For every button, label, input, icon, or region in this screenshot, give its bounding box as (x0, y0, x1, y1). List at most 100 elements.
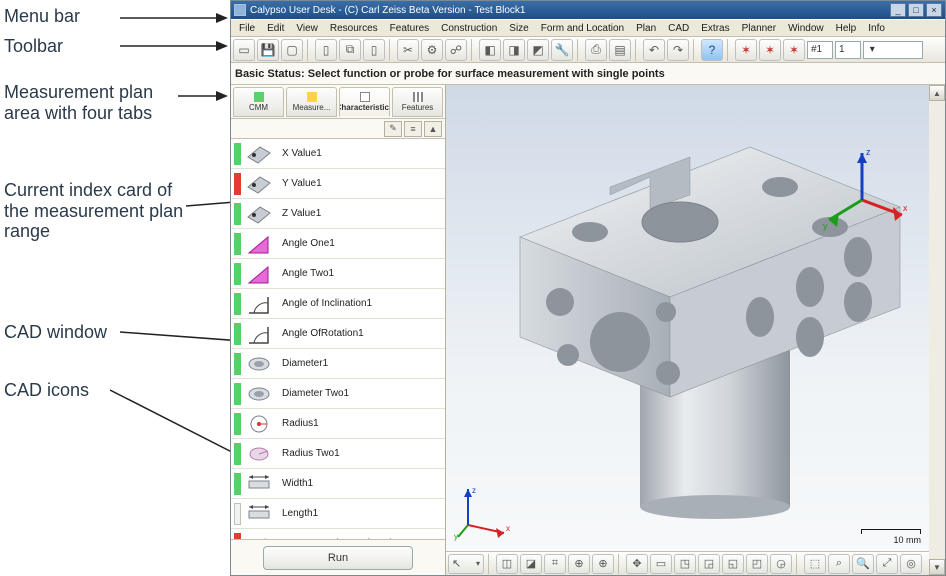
tool-mark1-icon[interactable]: ✶ (735, 39, 757, 61)
tab-measure[interactable]: Measure... (286, 87, 337, 117)
plan-item[interactable]: Diameter1 (231, 349, 445, 379)
cad-view5-icon[interactable]: ◰ (746, 554, 768, 574)
status-prompt: Basic Status: Select function or probe f… (231, 63, 945, 85)
plan-item[interactable]: Feature Angle_Angle point1 (231, 529, 445, 539)
plan-item[interactable]: Length1 (231, 499, 445, 529)
tool-combo[interactable]: ▾ (863, 41, 923, 59)
cad-view[interactable]: x y z x y z 10 mm (446, 85, 929, 551)
close-button[interactable]: × (926, 3, 942, 17)
tool-number-b[interactable]: 1 (835, 41, 861, 59)
cad-view1-icon[interactable]: ▭ (650, 554, 672, 574)
cad-wire-icon[interactable]: ⌗ (544, 554, 566, 574)
menu-cad[interactable]: CAD (662, 21, 695, 36)
menu-size[interactable]: Size (503, 21, 534, 36)
tool-edit-icon[interactable]: ✂ (397, 39, 419, 61)
cad-pan-icon[interactable]: ✥ (626, 554, 648, 574)
cad-fit-icon[interactable]: ⤢ (876, 554, 898, 574)
run-button[interactable]: Run (263, 546, 413, 570)
plan-item[interactable]: Angle One1 (231, 229, 445, 259)
cad-select-mode[interactable]: ↖ (448, 554, 484, 574)
plan-item[interactable]: Z Value1 (231, 199, 445, 229)
menu-view[interactable]: View (290, 21, 324, 36)
radius2-icon (244, 442, 274, 466)
cad-view3-icon[interactable]: ◲ (698, 554, 720, 574)
tool-copy-icon[interactable]: ⧉ (339, 39, 361, 61)
tool-probe3-icon[interactable]: ◩ (527, 39, 549, 61)
plan-item[interactable]: Y Value1 (231, 169, 445, 199)
menu-file[interactable]: File (233, 21, 261, 36)
cad-view2-icon[interactable]: ◳ (674, 554, 696, 574)
tool-number-a[interactable]: #1 (807, 41, 833, 59)
plan-item[interactable]: Radius Two1 (231, 439, 445, 469)
scale-bar: 10 mm (861, 529, 921, 545)
minimize-button[interactable]: _ (890, 3, 906, 17)
menu-construction[interactable]: Construction (435, 21, 503, 36)
scroll-track[interactable] (929, 101, 945, 559)
scroll-up-icon[interactable]: ▲ (929, 85, 945, 101)
tool-mark3-icon[interactable]: ✶ (783, 39, 805, 61)
tab-cmm[interactable]: CMM (233, 87, 284, 117)
plan-item[interactable]: Width1 (231, 469, 445, 499)
plan-edit-button[interactable]: ✎ (384, 121, 402, 137)
svg-text:x: x (506, 524, 510, 533)
menu-planner[interactable]: Planner (736, 21, 782, 36)
cad-persp-icon[interactable]: ◶ (770, 554, 792, 574)
cad-target-icon[interactable]: ◎ (900, 554, 922, 574)
tool-back-icon[interactable]: ↶ (643, 39, 665, 61)
menu-features[interactable]: Features (384, 21, 435, 36)
plan-filter-button[interactable]: ≡ (404, 121, 422, 137)
tab-features[interactable]: Features (392, 87, 443, 117)
cad-zoom-icon[interactable]: ⌕ (828, 554, 850, 574)
tool-doc2-icon[interactable]: ▯ (363, 39, 385, 61)
plan-item[interactable]: Angle of Inclination1 (231, 289, 445, 319)
cad-iso1-icon[interactable]: ◫ (496, 554, 518, 574)
cad-globe-icon[interactable]: ⊕ (592, 554, 614, 574)
tool-probe1-icon[interactable]: ◧ (479, 39, 501, 61)
plan-item[interactable]: Angle Two1 (231, 259, 445, 289)
plan-item[interactable]: Radius1 (231, 409, 445, 439)
cad-shade-icon[interactable]: ⊕ (568, 554, 590, 574)
plan-item[interactable]: Angle OfRotation1 (231, 319, 445, 349)
cad-iso2-icon[interactable]: ◪ (520, 554, 542, 574)
tool-gear-icon[interactable]: ⚙ (421, 39, 443, 61)
cad-zoomin-icon[interactable]: 🔍 (852, 554, 874, 574)
run-bar: Run (231, 539, 445, 575)
tab-characteristics[interactable]: Characteristics (339, 87, 390, 117)
plan-item[interactable]: X Value1 (231, 139, 445, 169)
tool-link-icon[interactable]: ☍ (445, 39, 467, 61)
cad-toolbar: ↖ ◫ ◪ ⌗ ⊕ ⊕ ✥ ▭ ◳ ◲ ◱ ◰ ◶ ⬚ ⌕ 🔍 ⤢ ◎ (446, 551, 929, 575)
menu-resources[interactable]: Resources (324, 21, 384, 36)
tool-print-icon[interactable]: ⎙ (585, 39, 607, 61)
status-indicator (234, 293, 241, 315)
tool-mark2-icon[interactable]: ✶ (759, 39, 781, 61)
menu-window[interactable]: Window (782, 21, 830, 36)
plan-item[interactable]: Diameter Two1 (231, 379, 445, 409)
status-indicator (234, 383, 241, 405)
menubar: File Edit View Resources Features Constr… (231, 19, 945, 37)
dim-x-icon (244, 142, 274, 166)
tool-help-icon[interactable]: ? (701, 39, 723, 61)
maximize-button[interactable]: □ (908, 3, 924, 17)
scroll-down-icon[interactable]: ▼ (929, 559, 945, 575)
tool-fwd-icon[interactable]: ↷ (667, 39, 689, 61)
tool-open-icon[interactable]: ▭ (233, 39, 255, 61)
plan-list[interactable]: X Value1Y Value1Z Value1Angle One1Angle … (231, 139, 445, 539)
tool-save-icon[interactable]: 💾 (257, 39, 279, 61)
cad-view4-icon[interactable]: ◱ (722, 554, 744, 574)
tool-doc-icon[interactable]: ▯ (315, 39, 337, 61)
tool-report-icon[interactable]: ▤ (609, 39, 631, 61)
menu-extras[interactable]: Extras (695, 21, 735, 36)
characteristics-icon (360, 92, 370, 102)
plan-item-label: Angle OfRotation1 (280, 328, 445, 339)
plan-up-button[interactable]: ▲ (424, 121, 442, 137)
tool-wrench-icon[interactable]: 🔧 (551, 39, 573, 61)
menu-plan[interactable]: Plan (630, 21, 662, 36)
tool-new-icon[interactable]: ▢ (281, 39, 303, 61)
tool-probe2-icon[interactable]: ◨ (503, 39, 525, 61)
menu-help[interactable]: Help (830, 21, 863, 36)
cad-zoomwin-icon[interactable]: ⬚ (804, 554, 826, 574)
menu-form-location[interactable]: Form and Location (535, 21, 630, 36)
vertical-scrollbar[interactable]: ▲ ▼ (929, 85, 945, 575)
menu-edit[interactable]: Edit (261, 21, 290, 36)
menu-info[interactable]: Info (862, 21, 891, 36)
